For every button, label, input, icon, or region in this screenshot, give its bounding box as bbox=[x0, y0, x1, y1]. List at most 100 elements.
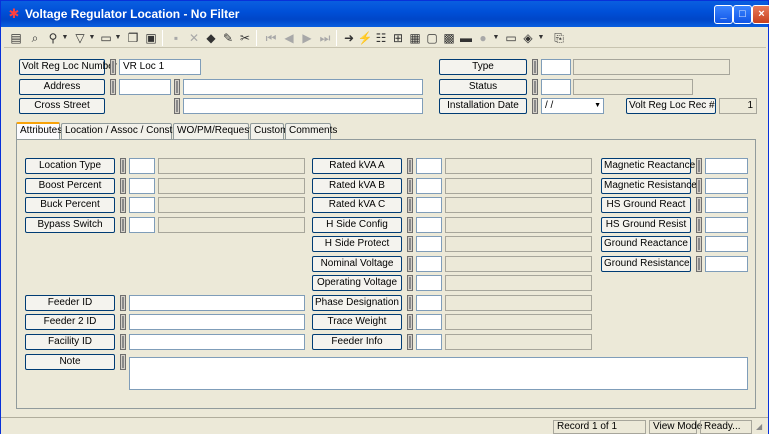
chevron-down-icon[interactable]: ▼ bbox=[61, 29, 69, 47]
ground-resistance-button[interactable]: Ground Resistance bbox=[601, 256, 691, 272]
type-button[interactable]: Type bbox=[439, 59, 527, 75]
ground-reactance-button[interactable]: Ground Reactance bbox=[601, 236, 691, 252]
h-side-config-code-field[interactable] bbox=[416, 217, 442, 233]
hs-ground-resist-button[interactable]: HS Ground Resist bbox=[601, 217, 691, 233]
buck-percent-code-field[interactable] bbox=[129, 197, 155, 213]
delete-icon[interactable]: ✕ bbox=[185, 29, 203, 47]
save-icon[interactable]: ▪ bbox=[167, 29, 185, 47]
nominal-voltage-button[interactable]: Nominal Voltage bbox=[312, 256, 402, 272]
hs-ground-react-button[interactable]: HS Ground React bbox=[601, 197, 691, 213]
chevron-down-icon[interactable]: ▼ bbox=[492, 29, 500, 47]
h-side-protect-code-field[interactable] bbox=[416, 236, 442, 252]
hierarchy-icon[interactable]: ☷ bbox=[372, 29, 390, 47]
save-as-icon[interactable]: ▣ bbox=[142, 29, 160, 47]
boost-percent-button[interactable]: Boost Percent bbox=[25, 178, 115, 194]
location-type-button[interactable]: Location Type bbox=[25, 158, 115, 174]
bypass-switch-button[interactable]: Bypass Switch bbox=[25, 217, 115, 233]
note-textarea[interactable] bbox=[129, 357, 748, 390]
maximize-button[interactable]: □ bbox=[733, 5, 752, 24]
h-side-protect-button[interactable]: H Side Protect bbox=[312, 236, 402, 252]
last-record-icon[interactable]: ⏭ bbox=[316, 29, 334, 47]
chevron-down-icon[interactable]: ▼ bbox=[537, 29, 545, 47]
rated-kva-b-code-field[interactable] bbox=[416, 178, 442, 194]
status-button[interactable]: Status bbox=[439, 79, 527, 95]
type-code-field[interactable] bbox=[541, 59, 571, 75]
books-icon[interactable]: ◈ bbox=[519, 29, 537, 47]
trace-weight-button[interactable]: Trace Weight bbox=[312, 314, 402, 330]
feeder-2-id-field[interactable] bbox=[129, 314, 305, 330]
zoom-icon[interactable]: ⌕ bbox=[26, 29, 44, 47]
first-record-icon[interactable]: ⏮ bbox=[262, 29, 280, 47]
monitor-icon[interactable]: ▭ bbox=[502, 29, 520, 47]
rated-kva-c-code-field[interactable] bbox=[416, 197, 442, 213]
facility-id-button[interactable]: Facility ID bbox=[25, 334, 115, 350]
previous-record-icon[interactable]: ◀ bbox=[280, 29, 298, 47]
nominal-voltage-code-field[interactable] bbox=[416, 256, 442, 272]
volt-reg-loc-number-field[interactable]: VR Loc 1 bbox=[119, 59, 201, 75]
phase-designation-button[interactable]: Phase Designation bbox=[312, 295, 402, 311]
cross-street-field[interactable] bbox=[183, 98, 423, 114]
status-code-field[interactable] bbox=[541, 79, 571, 95]
resize-grip-icon[interactable]: ◢ bbox=[756, 422, 766, 432]
hs-ground-react-field[interactable] bbox=[705, 197, 748, 213]
new-record-icon[interactable]: ▭ bbox=[97, 29, 115, 47]
bypass-switch-code-field[interactable] bbox=[129, 217, 155, 233]
scissors-icon[interactable]: ✂ bbox=[236, 29, 254, 47]
magnetic-reactance-button[interactable]: Magnetic Reactance bbox=[601, 158, 695, 174]
facility-id-field[interactable] bbox=[129, 334, 305, 350]
volt-reg-loc-rec-button[interactable]: Volt Reg Loc Rec # bbox=[626, 98, 716, 114]
next-record-icon[interactable]: ▶ bbox=[298, 29, 316, 47]
ground-resistance-field[interactable] bbox=[705, 256, 748, 272]
installation-date-button[interactable]: Installation Date bbox=[439, 98, 527, 114]
edit-pencil-icon[interactable]: ✎ bbox=[219, 29, 237, 47]
feeder-info-button[interactable]: Feeder Info bbox=[312, 334, 402, 350]
installation-date-picker[interactable]: / / ▼ bbox=[541, 98, 604, 114]
rated-kva-a-code-field[interactable] bbox=[416, 158, 442, 174]
ground-reactance-field[interactable] bbox=[705, 236, 748, 252]
tab-custom[interactable]: Custom bbox=[250, 123, 288, 139]
feeder-2-id-button[interactable]: Feeder 2 ID bbox=[25, 314, 115, 330]
export-icon[interactable]: ⎘ bbox=[550, 29, 568, 47]
feeder-info-code-field[interactable] bbox=[416, 334, 442, 350]
magnetic-resistance-button[interactable]: Magnetic Resistance bbox=[601, 178, 697, 194]
magnetic-reactance-field[interactable] bbox=[705, 158, 748, 174]
feeder-id-button[interactable]: Feeder ID bbox=[25, 295, 115, 311]
location-type-code-field[interactable] bbox=[129, 158, 155, 174]
operating-voltage-button[interactable]: Operating Voltage bbox=[312, 275, 402, 291]
tab-location-assoc-construct[interactable]: Location / Assoc / Construct bbox=[61, 123, 189, 139]
address-street-field[interactable] bbox=[183, 79, 423, 95]
phase-designation-code-field[interactable] bbox=[416, 295, 442, 311]
cross-street-button[interactable]: Cross Street bbox=[19, 98, 105, 114]
window-icon[interactable]: ▢ bbox=[423, 29, 441, 47]
binoculars-icon[interactable]: ⚲ bbox=[44, 29, 62, 47]
rated-kva-b-button[interactable]: Rated kVA B bbox=[312, 178, 402, 194]
clear-icon[interactable]: ◆ bbox=[202, 29, 220, 47]
hs-ground-resist-field[interactable] bbox=[705, 217, 748, 233]
note-button[interactable]: Note bbox=[25, 354, 115, 370]
globe-icon[interactable]: ● bbox=[474, 29, 492, 47]
chevron-down-icon[interactable]: ▼ bbox=[88, 29, 96, 47]
boost-percent-code-field[interactable] bbox=[129, 178, 155, 194]
volt-reg-loc-number-button[interactable]: Volt Reg Loc Number bbox=[19, 59, 117, 75]
tab-attributes[interactable]: Attributes bbox=[16, 122, 62, 140]
tab-wo-pm-requests[interactable]: WO/PM/Requests bbox=[173, 123, 257, 139]
address-button[interactable]: Address bbox=[19, 79, 105, 95]
address-number-field[interactable] bbox=[119, 79, 171, 95]
map-icon[interactable]: ▦ bbox=[406, 29, 424, 47]
tool-icon[interactable]: ▬ bbox=[457, 29, 475, 47]
feeder-id-field[interactable] bbox=[129, 295, 305, 311]
operating-voltage-code-field[interactable] bbox=[416, 275, 442, 291]
tree-icon[interactable]: ⊞ bbox=[389, 29, 407, 47]
h-side-config-button[interactable]: H Side Config bbox=[312, 217, 402, 233]
close-button[interactable]: × bbox=[752, 5, 769, 24]
grid-icon[interactable]: ▤ bbox=[7, 29, 25, 47]
rated-kva-a-button[interactable]: Rated kVA A bbox=[312, 158, 402, 174]
filter-icon[interactable]: ▽ bbox=[71, 29, 89, 47]
magnetic-resistance-field[interactable] bbox=[705, 178, 748, 194]
trace-weight-code-field[interactable] bbox=[416, 314, 442, 330]
chevron-down-icon[interactable]: ▼ bbox=[114, 29, 122, 47]
rated-kva-c-button[interactable]: Rated kVA C bbox=[312, 197, 402, 213]
chart-icon[interactable]: ▩ bbox=[440, 29, 458, 47]
minimize-button[interactable]: _ bbox=[714, 5, 733, 24]
buck-percent-button[interactable]: Buck Percent bbox=[25, 197, 115, 213]
